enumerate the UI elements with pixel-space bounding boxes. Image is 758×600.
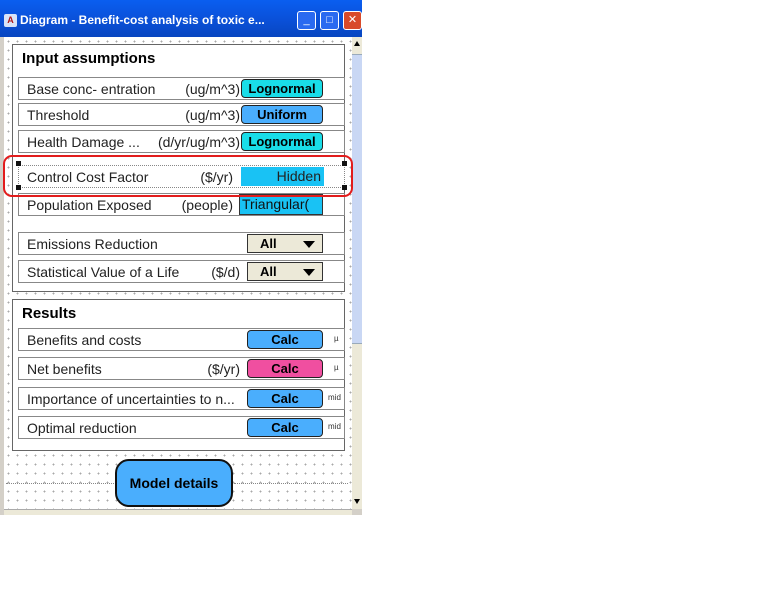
- row-label: Optimal reduction: [27, 420, 137, 436]
- statistical-value-of-life-dropdown[interactable]: All: [247, 262, 323, 281]
- result-suffix: µ: [334, 363, 339, 372]
- optimal-reduction-calc-button[interactable]: Calc: [247, 418, 323, 437]
- maximize-icon[interactable]: □: [320, 11, 339, 30]
- row-units: ($/yr): [207, 361, 240, 377]
- net-benefits-calc-button[interactable]: Calc: [247, 359, 323, 378]
- result-suffix: µ: [334, 334, 339, 343]
- result-row-optimal-reduction[interactable]: Optimal reduction Calc mid: [18, 416, 345, 439]
- row-units: (d/yr/ug/m^3): [157, 134, 240, 150]
- close-icon[interactable]: ✕: [343, 11, 362, 30]
- input-assumptions-title: Input assumptions: [22, 50, 156, 67]
- vertical-scroll-thumb[interactable]: [352, 54, 362, 344]
- selection-handle[interactable]: [16, 185, 21, 190]
- row-label: Net benefits: [27, 361, 102, 377]
- input-row-base-concentration[interactable]: Base conc- entration (ug/m^3) Lognormal: [18, 77, 345, 100]
- analytica-app-icon[interactable]: A: [4, 14, 17, 27]
- choice-row-emissions-reduction[interactable]: Emissions Reduction All: [18, 232, 345, 255]
- row-label: Health Damage ...: [27, 134, 140, 150]
- row-label: Population Exposed: [27, 197, 152, 213]
- selection-handle[interactable]: [342, 161, 347, 166]
- model-details-button[interactable]: Model details: [115, 459, 233, 507]
- population-exposed-field[interactable]: Triangular(: [239, 194, 323, 215]
- input-row-health-damage[interactable]: Health Damage ... (d/yr/ug/m^3) Lognorma…: [18, 130, 345, 153]
- base-concentration-button[interactable]: Lognormal: [241, 79, 323, 98]
- choice-row-statistical-value-of-life[interactable]: Statistical Value of a Life ($/d) All: [18, 260, 345, 283]
- horizontal-scrollbar[interactable]: [4, 509, 352, 515]
- benefits-and-costs-calc-button[interactable]: Calc: [247, 330, 323, 349]
- result-row-importance-of-uncertainties[interactable]: Importance of uncertainties to n... Calc…: [18, 387, 345, 410]
- row-label: Base conc- entration: [27, 81, 156, 97]
- health-damage-button[interactable]: Lognormal: [241, 132, 323, 151]
- window-title: Diagram - Benefit-cost analysis of toxic…: [20, 13, 265, 27]
- result-suffix: mid: [328, 393, 341, 402]
- emissions-reduction-dropdown[interactable]: All: [247, 234, 323, 253]
- diagram-window: A Diagram - Benefit-cost analysis of tox…: [0, 0, 362, 515]
- selection-outline: [3, 155, 353, 197]
- dropdown-arrow-icon[interactable]: [303, 241, 315, 248]
- results-title: Results: [22, 305, 77, 322]
- row-label: Benefits and costs: [27, 332, 142, 348]
- row-units: ($/d): [211, 264, 240, 280]
- minimize-icon[interactable]: _: [297, 11, 316, 30]
- scroll-up-icon[interactable]: [354, 41, 360, 46]
- dropdown-value: All: [260, 264, 277, 279]
- row-label: Importance of uncertainties to n...: [27, 391, 235, 407]
- row-units: (people): [181, 197, 233, 213]
- row-units: (ug/m^3): [185, 107, 240, 123]
- connector-line: [234, 483, 348, 484]
- selection-handle[interactable]: [16, 161, 21, 166]
- dropdown-arrow-icon[interactable]: [303, 269, 315, 276]
- result-row-benefits-and-costs[interactable]: Benefits and costs Calc µ: [18, 328, 345, 351]
- scroll-down-icon[interactable]: [354, 499, 360, 504]
- row-label: Emissions Reduction: [27, 236, 158, 252]
- result-suffix: mid: [328, 422, 341, 431]
- connector-line: [6, 483, 114, 484]
- row-label: Threshold: [27, 107, 90, 123]
- row-label: Statistical Value of a Life: [27, 264, 180, 280]
- threshold-button[interactable]: Uniform: [241, 105, 323, 124]
- result-row-net-benefits[interactable]: Net benefits ($/yr) Calc µ: [18, 357, 345, 380]
- input-row-threshold[interactable]: Threshold (ug/m^3) Uniform: [18, 103, 345, 126]
- row-units: (ug/m^3): [185, 81, 240, 97]
- dropdown-value: All: [260, 236, 277, 251]
- selection-handle[interactable]: [342, 185, 347, 190]
- importance-calc-button[interactable]: Calc: [247, 389, 323, 408]
- title-bar[interactable]: A Diagram - Benefit-cost analysis of tox…: [0, 0, 362, 37]
